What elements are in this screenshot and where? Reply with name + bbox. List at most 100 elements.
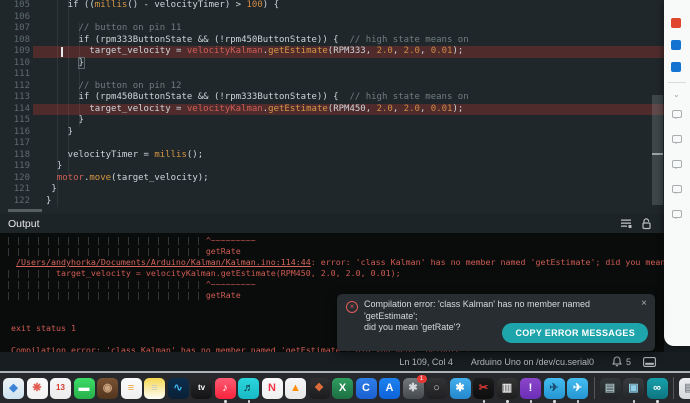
speech-bubble-icon [672,185,682,193]
board-port-status[interactable]: Arduino Uno on /dev/cu.serial0 [471,357,594,367]
line-number[interactable]: 112 [0,81,30,93]
piano-app-icon: ▥ [502,383,512,394]
line-number[interactable]: 115 [0,115,30,127]
dock-app-excel[interactable]: X [332,378,353,399]
code-line-112[interactable]: 112 // button on pin 12 [0,81,664,93]
pipe-guides: | | | | | | | | | | | | | | | | | | | | [6,246,206,256]
dock-app-monitor-app[interactable]: ▤ [600,378,621,399]
dock-app-piano-app[interactable]: ▥ [497,378,518,399]
plane-app-2-icon: ✈ [573,383,582,394]
line-number[interactable]: 110 [0,58,30,70]
dock-app-c-app[interactable]: C [356,378,377,399]
code-line-109[interactable]: 109 target_velocity = velocityKalman.get… [0,46,664,58]
code-line-111[interactable]: 111 [0,69,664,81]
code-line-115[interactable]: 115 } [0,115,664,127]
code-line-105[interactable]: 105 if ((millis() - velocityTimer) > 100… [0,0,664,12]
line-number[interactable]: 114 [0,104,30,116]
dock-app-app-store[interactable]: A [379,378,400,399]
line-number[interactable]: 105 [0,0,30,12]
line-number[interactable]: 111 [0,69,30,81]
apple-tv-icon: tv [198,384,205,392]
error-circle-icon: × [346,301,358,313]
dock-app-scissors-app[interactable]: ✂ [473,378,494,399]
davinci-resolve-icon: ❖ [314,383,324,394]
dock-app-documents-stack[interactable]: ▤ [679,378,690,399]
code-text: // button on pin 12 [30,81,181,93]
line-number[interactable]: 118 [0,150,30,162]
running-indicator-dot [506,400,509,403]
running-indicator-dot [483,400,486,403]
code-line-121[interactable]: 121 } [0,184,664,196]
output-line: /Users/andyhorka/Documents/Arduino/Kalma… [6,257,664,268]
dock-app-calendar[interactable]: 13 [50,378,71,399]
monitor-app-icon: ▤ [605,383,615,394]
line-number[interactable]: 108 [0,35,30,47]
dock-app-photos[interactable]: ❋ [27,378,48,399]
code-line-119[interactable]: 119 } [0,161,664,173]
speech-bubble-icon [672,210,682,218]
dock-app-brown-circle-app[interactable]: ◉ [97,378,118,399]
dock-separator [673,377,674,399]
line-number[interactable]: 107 [0,23,30,35]
code-text: target_velocity = velocityKalman.getEsti… [30,104,463,116]
arduino-ide-screen: 105 if ((millis() - velocityTimer) > 100… [0,0,690,403]
dock-app-system-settings[interactable]: ✱1 [403,378,424,399]
blue-gear-app-icon: ✱ [455,383,464,394]
code-editor[interactable]: 105 if ((millis() - velocityTimer) > 100… [0,0,664,214]
code-line-122[interactable]: 122} [0,196,664,208]
dock-app-blue-gear-app[interactable]: ✱ [450,378,471,399]
dock-app-facetime[interactable]: ▬ [74,378,95,399]
dock-app-wave-chart-app[interactable]: ∿ [168,378,189,399]
vertical-scrollbar[interactable] [652,95,663,205]
line-number[interactable]: 116 [0,127,30,139]
panel-toggle-icon[interactable] [643,357,656,367]
code-line-106[interactable]: 106 [0,12,664,24]
dock-app-apple-tv[interactable]: tv [191,378,212,399]
line-number[interactable]: 106 [0,12,30,24]
code-line-107[interactable]: 107 // button on pin 11 [0,23,664,35]
code-line-120[interactable]: 120 motor.move(target_velocity); [0,173,664,185]
output-settings-icon[interactable] [620,218,632,230]
line-number[interactable]: 117 [0,138,30,150]
cursor-position-status[interactable]: Ln 109, Col 4 [399,357,453,367]
dock-app-plane-app-1[interactable]: ✈ [544,378,565,399]
notifications-bell-icon[interactable] [612,356,622,367]
line-number[interactable]: 120 [0,173,30,185]
horizontal-scrollbar[interactable] [8,209,42,212]
dock-separator [594,377,595,399]
dock-app-window-app[interactable]: ▣ [623,378,644,399]
dock-app-plane-app-2[interactable]: ✈ [567,378,588,399]
facetime-icon: ▬ [79,383,90,394]
line-number[interactable]: 109 [0,46,30,58]
copy-error-messages-button[interactable]: COPY ERROR MESSAGES [502,323,648,343]
dock-app-reminders[interactable]: ≡ [121,378,142,399]
code-text: // button on pin 11 [30,23,181,35]
code-line-118[interactable]: 118 velocityTimer = millis(); [0,150,664,162]
code-line-114[interactable]: 114 target_velocity = velocityKalman.get… [0,104,664,116]
line-number[interactable]: 119 [0,161,30,173]
code-line-117[interactable]: 117 [0,138,664,150]
autoscroll-lock-icon[interactable] [641,218,652,230]
code-line-110[interactable]: 110 } [0,58,664,70]
dock-app-maps[interactable]: ◆ [3,378,24,399]
speech-bubble-icon [672,135,682,143]
dock-app-davinci-resolve[interactable]: ❖ [309,378,330,399]
dock-app-arduino-ide[interactable]: ∞ [647,378,668,399]
dock-app-purple-alert-app[interactable]: ! [520,378,541,399]
dock-app-clock-app[interactable]: ○ [426,378,447,399]
code-line-116[interactable]: 116 } [0,127,664,139]
dock-app-notes[interactable]: ≡ [144,378,165,399]
dock-app-amazon-music[interactable]: ♬ [238,378,259,399]
code-line-108[interactable]: 108 if (rpm333ButtonState && (!rpm450But… [0,35,664,47]
background-browser-window[interactable]: ⌄ [664,0,690,346]
music-icon: ♪ [222,383,228,394]
indent-guide [79,23,80,127]
line-number[interactable]: 122 [0,196,30,208]
line-number[interactable]: 121 [0,184,30,196]
line-number[interactable]: 113 [0,92,30,104]
dock-app-music[interactable]: ♪ [215,378,236,399]
dock-app-vlc[interactable]: ▲ [285,378,306,399]
toast-close-icon[interactable]: × [641,298,647,309]
dock-app-news[interactable]: N [262,378,283,399]
code-line-113[interactable]: 113 if (rpm450ButtonState && (!rpm333But… [0,92,664,104]
